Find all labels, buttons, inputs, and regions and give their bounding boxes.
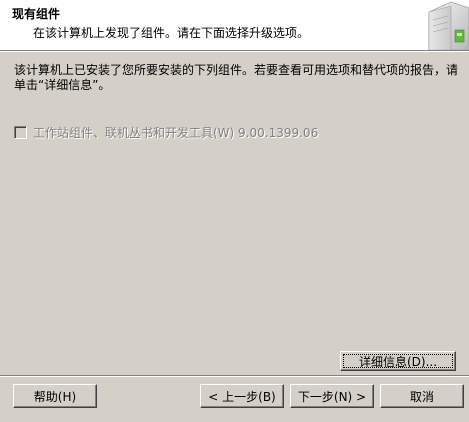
details-button[interactable]: 详细信息(D)... [340, 351, 456, 371]
cancel-button[interactable]: 取消 [380, 384, 464, 408]
next-button[interactable]: 下一步(N) > [290, 384, 374, 408]
component-checkbox[interactable] [14, 125, 27, 139]
server-box-icon [428, 1, 469, 50]
page-title: 现有组件 [12, 7, 61, 21]
help-button[interactable]: 帮助(H) [13, 384, 97, 408]
component-label: 工作站组件、联机丛书和开发工具(W) 9.00.1399.06 [33, 125, 319, 140]
wizard-header: 现有组件 在该计算机上发现了组件。请在下面选择升级选项。 [0, 0, 469, 51]
component-row: 工作站组件、联机丛书和开发工具(W) 9.00.1399.06 [14, 124, 318, 140]
button-separator [0, 375, 469, 377]
back-button[interactable]: < 上一步(B) [200, 384, 284, 408]
page-subtitle: 在该计算机上发现了组件。请在下面选择升级选项。 [33, 26, 310, 40]
description-text: 该计算机上已安装了您所要安装的下列组件。若要查看可用选项和替代项的报告，请单击“… [14, 63, 459, 92]
